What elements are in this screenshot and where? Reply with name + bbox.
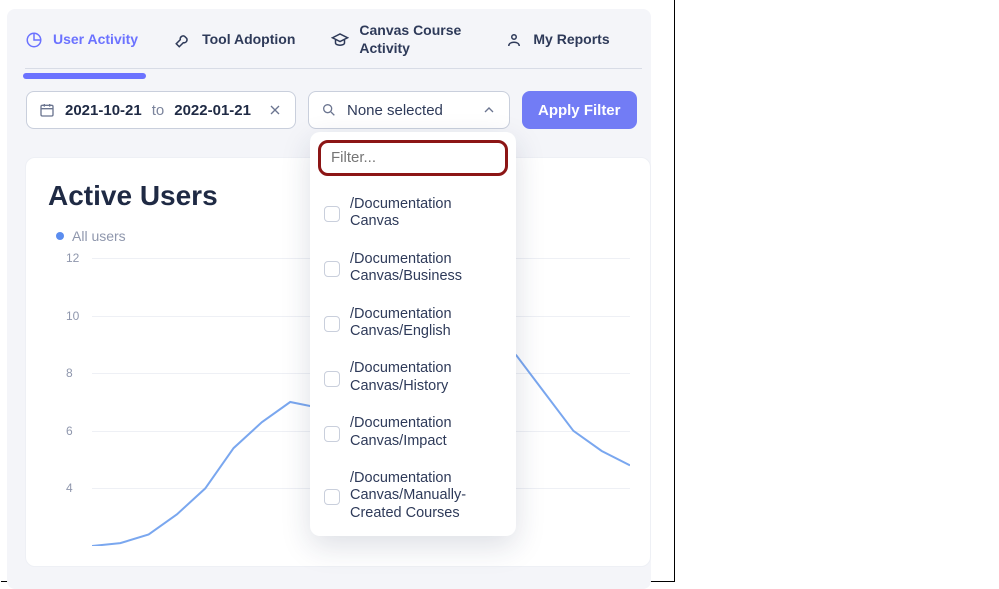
tab-tool-adoption[interactable]: Tool Adoption bbox=[174, 22, 295, 79]
tab-canvas-course-activity[interactable]: Canvas Course Activity bbox=[331, 22, 469, 79]
legend-all-users: All users bbox=[72, 228, 126, 244]
dropdown-option[interactable]: /Documentation Canvas/Business bbox=[318, 241, 508, 296]
dropdown-option[interactable]: /Documentation Canvas/History bbox=[318, 350, 508, 405]
date-range-picker[interactable]: 2021-10-21 to 2022-01-21 bbox=[26, 91, 296, 129]
tab-label: User Activity bbox=[53, 31, 138, 49]
dropdown-options: /Documentation Canvas/Documentation Canv… bbox=[318, 186, 508, 532]
option-label: /Documentation Canvas/English bbox=[350, 306, 502, 341]
chevron-up-icon bbox=[481, 102, 497, 118]
option-label: /Documentation Canvas/Manually-Created C… bbox=[350, 470, 502, 522]
filter-input[interactable] bbox=[331, 149, 495, 166]
chart-legend: All users bbox=[56, 228, 126, 244]
apply-label: Apply Filter bbox=[538, 102, 621, 119]
date-to: 2022-01-21 bbox=[174, 102, 251, 119]
pie-chart-icon bbox=[25, 31, 43, 49]
tabs-divider bbox=[25, 68, 642, 69]
tab-user-activity[interactable]: User Activity bbox=[25, 22, 138, 79]
course-dropdown-panel: /Documentation Canvas/Documentation Canv… bbox=[310, 132, 516, 536]
search-icon bbox=[321, 102, 337, 118]
dropdown-option[interactable]: /Documentation Canvas bbox=[318, 186, 508, 241]
date-from: 2021-10-21 bbox=[65, 102, 142, 119]
app-window: User Activity Tool Adoption Canvas Cours… bbox=[1, 0, 675, 582]
dropdown-option[interactable]: /Documentation Canvas/English bbox=[318, 296, 508, 351]
y-tick-label: 10 bbox=[66, 309, 79, 323]
tab-my-reports[interactable]: My Reports bbox=[505, 22, 609, 79]
tabs-bar: User Activity Tool Adoption Canvas Cours… bbox=[25, 22, 610, 79]
dropdown-option[interactable]: /Documentation Canvas/Manually-Created C… bbox=[318, 460, 508, 532]
chart-title: Active Users bbox=[48, 180, 218, 212]
y-tick-label: 4 bbox=[66, 481, 73, 495]
wrench-icon bbox=[174, 31, 192, 49]
checkbox[interactable] bbox=[324, 261, 340, 277]
tab-label: Canvas Course Activity bbox=[359, 22, 469, 57]
calendar-icon bbox=[39, 102, 55, 118]
checkbox[interactable] bbox=[324, 206, 340, 222]
y-tick-label: 6 bbox=[66, 424, 73, 438]
checkbox[interactable] bbox=[324, 489, 340, 505]
filter-input-highlight bbox=[318, 140, 508, 176]
apply-filter-button[interactable]: Apply Filter bbox=[522, 91, 637, 129]
checkbox[interactable] bbox=[324, 316, 340, 332]
checkbox[interactable] bbox=[324, 426, 340, 442]
filters-row: 2021-10-21 to 2022-01-21 None selected A… bbox=[26, 91, 637, 129]
tab-label: Tool Adoption bbox=[202, 31, 295, 49]
graduation-cap-icon bbox=[331, 31, 349, 49]
date-to-word: to bbox=[152, 102, 165, 119]
user-icon bbox=[505, 31, 523, 49]
option-label: /Documentation Canvas bbox=[350, 196, 502, 231]
checkbox[interactable] bbox=[324, 371, 340, 387]
option-label: /Documentation Canvas/Impact bbox=[350, 415, 502, 450]
y-axis: 4681012 bbox=[54, 258, 84, 546]
dropdown-option[interactable]: /Documentation Canvas/Impact bbox=[318, 405, 508, 460]
option-label: /Documentation Canvas/History bbox=[350, 360, 502, 395]
tab-label: My Reports bbox=[533, 31, 609, 49]
select-placeholder: None selected bbox=[347, 102, 471, 119]
close-icon[interactable] bbox=[267, 102, 283, 118]
y-tick-label: 12 bbox=[66, 251, 79, 265]
option-label: /Documentation Canvas/Business bbox=[350, 251, 502, 286]
legend-dot-icon bbox=[56, 232, 64, 240]
course-select[interactable]: None selected bbox=[308, 91, 510, 129]
y-tick-label: 8 bbox=[66, 366, 73, 380]
